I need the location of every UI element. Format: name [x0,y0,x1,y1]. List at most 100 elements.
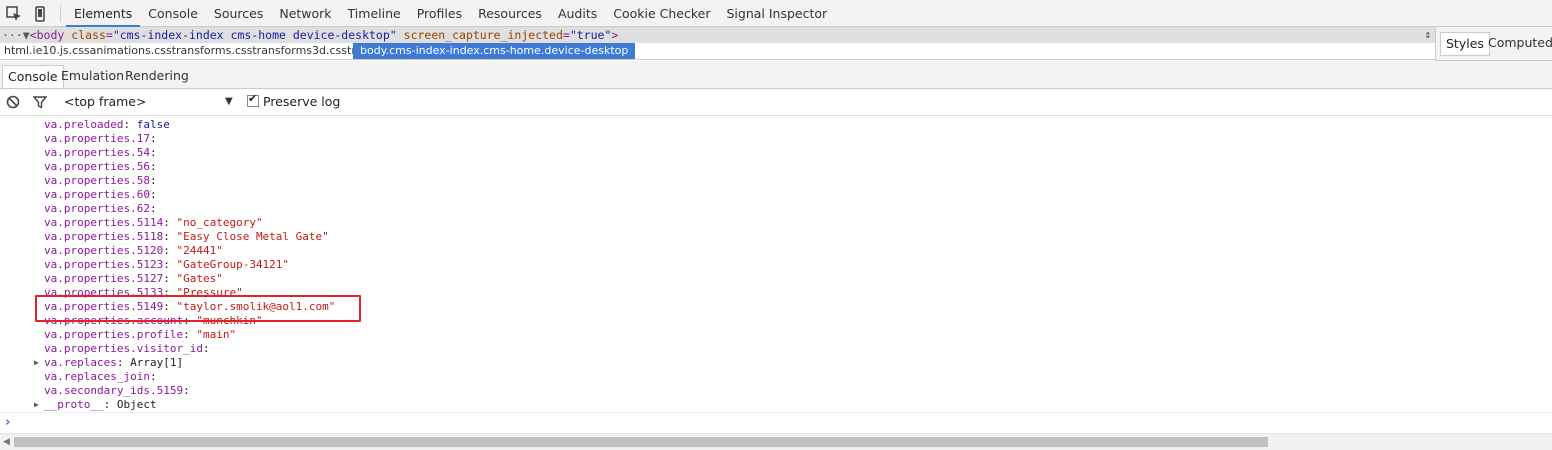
console-row: va.properties.58: [0,174,1552,188]
property-key-text: va.properties.62 [44,202,150,215]
property-key-text: va.secondary_ids.5159 [44,384,184,397]
property-key: va.properties.58: [44,174,157,187]
console-row: va.properties.5114: "no_category" [0,216,1552,230]
property-key: va.properties.5118: "Easy Close Metal Ga… [44,230,329,243]
drawer-tab-emulation[interactable]: Emulation [56,65,129,87]
tab-profiles[interactable]: Profiles [409,0,470,27]
clear-console-icon[interactable] [6,95,20,109]
checkmark-icon: ✔ [248,92,258,105]
property-key-text: va.properties.5114 [44,216,164,229]
tab-console[interactable]: Console [140,0,206,27]
tab-network[interactable]: Network [271,0,339,27]
property-key-text: va.properties.5120 [44,244,164,257]
property-key: va.replaces_join: [44,370,157,383]
dom-tag-close: > [611,28,619,42]
expand-triangle-icon[interactable]: ▶ [34,398,39,412]
drawer-tab-rendering[interactable]: Rendering [120,65,194,87]
property-value: Array[1] [130,356,184,369]
console-row: va.properties.60: [0,188,1552,202]
expand-triangle-icon[interactable]: ▶ [34,356,39,370]
property-value: Object [116,398,157,411]
breadcrumb-item-body[interactable]: body.cms-index-index.cms-home.device-des… [353,43,636,59]
console-row: va.properties.17: [0,132,1552,146]
property-value: "main" [196,328,237,341]
toolbar-divider [60,5,61,22]
devtools-main-toolbar: Elements Console Sources Network Timelin… [0,0,1552,27]
console-row: va.properties.profile: "main" [0,328,1552,342]
dom-attr-extra: screen_capture_injected [403,28,563,42]
tab-audits[interactable]: Audits [550,0,605,27]
styles-sidebar-tabs: Styles Computed [1435,27,1552,61]
chevron-down-icon[interactable]: ▼ [225,89,233,115]
property-key: va.properties.5127: "Gates" [44,272,223,285]
property-key: va.properties.54: [44,146,157,159]
tab-signal-inspector[interactable]: Signal Inspector [718,0,835,27]
preserve-log-label: Preserve log [263,94,341,109]
property-key: va.properties.5120: "24441" [44,244,223,257]
property-key: va.properties.5123: "GateGroup-34121" [44,258,290,271]
console-row: va.properties.5127: "Gates" [0,272,1552,286]
console-row: va.properties.5120: "24441" [0,244,1552,258]
horizontal-scrollbar[interactable]: ◀ [0,433,1552,450]
dom-tag-open: <body [29,28,65,42]
console-row[interactable]: ▶ va.replaces: Array[1] [0,356,1552,370]
property-value: "Gates" [176,272,223,285]
console-row: va.properties.62: [0,202,1552,216]
property-key-text: __proto__ [44,398,104,411]
property-key-text: va.properties.60 [44,188,150,201]
property-key-text: va.replaces_join [44,370,150,383]
device-mode-icon[interactable] [32,6,48,22]
inspect-element-icon[interactable] [6,6,22,22]
property-key-text: va.properties.58 [44,174,150,187]
console-row: va.preloaded: false [0,118,1552,132]
property-key-text: va.properties.profile [44,328,184,341]
frame-select[interactable]: <top frame> [64,89,146,115]
highlight-annotation-box [35,295,361,322]
property-key: va.replaces: Array[1] [44,356,184,369]
scrollbar-thumb[interactable] [14,437,1268,447]
drawer-tab-console[interactable]: Console [2,65,64,88]
scroll-left-arrow-icon[interactable]: ◀ [3,437,10,447]
filter-icon[interactable] [33,95,47,109]
property-key-text: va.properties.56 [44,160,150,173]
breadcrumb-item-html[interactable]: html.ie10.js.cssanimations.csstransforms… [0,43,409,59]
property-key-text: va.properties.54 [44,146,150,159]
property-value: "Easy Close Metal Gate" [176,230,329,243]
console-row: va.properties.5123: "GateGroup-34121" [0,258,1552,272]
property-value: "GateGroup-34121" [176,258,290,271]
property-value: "no_category" [176,216,263,229]
dom-attr-class-value: "cms-index-index cms-home device-desktop… [112,28,397,42]
property-key-text: va.properties.visitor_id [44,342,203,355]
console-row: va.properties.54: [0,146,1552,160]
console-row: va.secondary_ids.5159: [0,384,1552,398]
property-value: false [136,118,170,131]
selected-dom-node[interactable]: ···▼<body class="cms-index-index cms-hom… [0,27,1435,43]
tab-elements[interactable]: Elements [66,0,141,27]
property-key: va.properties.visitor_id: [44,342,210,355]
collapse-triangle-icon[interactable]: ···▼ [2,28,30,42]
tab-sources[interactable]: Sources [206,0,271,27]
property-key-text: va.properties.5123 [44,258,164,271]
property-key: va.properties.60: [44,188,157,201]
console-row: va.properties.visitor_id: [0,342,1552,356]
console-row[interactable]: ▶ __proto__: Object [0,398,1552,412]
property-key: va.properties.17: [44,132,157,145]
property-key-text: va.replaces [44,356,117,369]
property-key: __proto__: Object [44,398,157,411]
tab-timeline[interactable]: Timeline [340,0,409,27]
dom-attr-extra-value: "true" [569,28,612,42]
property-key: va.properties.profile: "main" [44,328,237,341]
property-value: "24441" [176,244,223,257]
console-toolbar: <top frame> ▼ ✔ Preserve log [0,89,1552,116]
tab-computed[interactable]: Computed [1483,32,1552,54]
drawer-tabs: Console Emulation Rendering [0,61,1552,89]
tab-cookie-checker[interactable]: Cookie Checker [605,0,718,27]
property-key-text: va.properties.5118 [44,230,164,243]
property-key: va.properties.5114: "no_category" [44,216,263,229]
scroll-updown-icon[interactable]: ⇕ [1424,27,1431,43]
panel-tabs: Elements Console Sources Network Timelin… [66,0,835,27]
console-prompt[interactable]: › [0,412,1552,433]
prompt-caret-icon: › [5,415,11,430]
tab-resources[interactable]: Resources [470,0,550,27]
console-row: va.replaces_join: [0,370,1552,384]
